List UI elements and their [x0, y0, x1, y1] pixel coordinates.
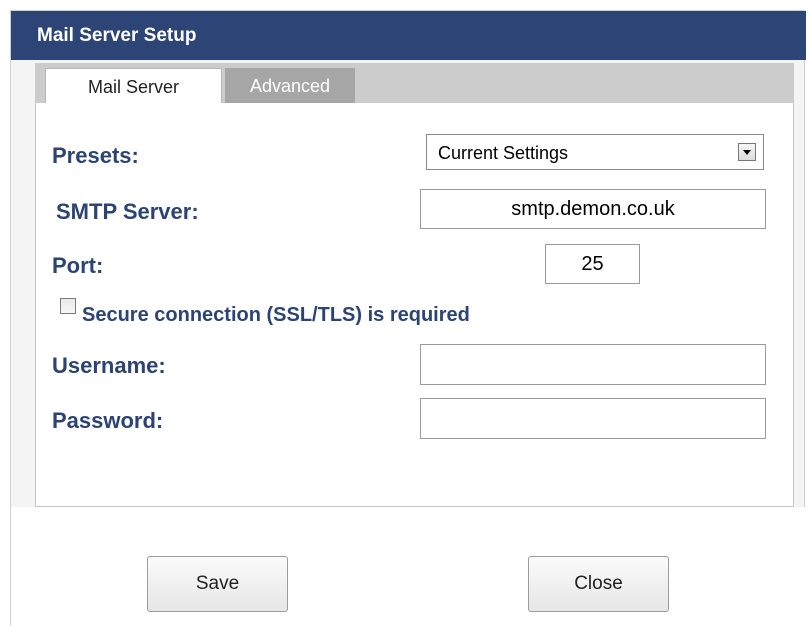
port-label: Port: [52, 253, 104, 278]
presets-label: Presets: [52, 143, 139, 168]
dropdown-arrow-icon[interactable] [738, 143, 756, 161]
save-button[interactable]: Save [147, 556, 288, 612]
button-bar: Save Close [11, 507, 806, 625]
presets-select[interactable]: Current Settings [426, 134, 764, 170]
password-input[interactable] [420, 398, 766, 439]
ssl-checkbox[interactable] [60, 298, 76, 314]
tab-mail-server[interactable]: Mail Server [45, 68, 222, 104]
title-bar[interactable]: Mail Server Setup [11, 11, 806, 60]
tab-advanced[interactable]: Advanced [225, 68, 355, 104]
close-button[interactable]: Close [528, 556, 669, 612]
mail-server-panel: Presets: Current Settings SMTP Server: P… [35, 103, 794, 507]
dialog-title: Mail Server Setup [37, 25, 197, 46]
username-label: Username: [52, 353, 166, 378]
presets-selected-value: Current Settings [438, 143, 569, 163]
username-input[interactable] [420, 344, 766, 385]
smtp-server-label: SMTP Server: [56, 199, 199, 224]
tab-strip: Mail Server Advanced [35, 63, 794, 104]
smtp-server-input[interactable] [420, 189, 766, 229]
port-input[interactable] [545, 244, 640, 284]
mail-server-setup-dialog: Mail Server Setup Mail Server Advanced P… [10, 10, 806, 625]
ssl-checkbox-label[interactable]: Secure connection (SSL/TLS) is required [82, 304, 470, 327]
password-label: Password: [52, 408, 164, 433]
